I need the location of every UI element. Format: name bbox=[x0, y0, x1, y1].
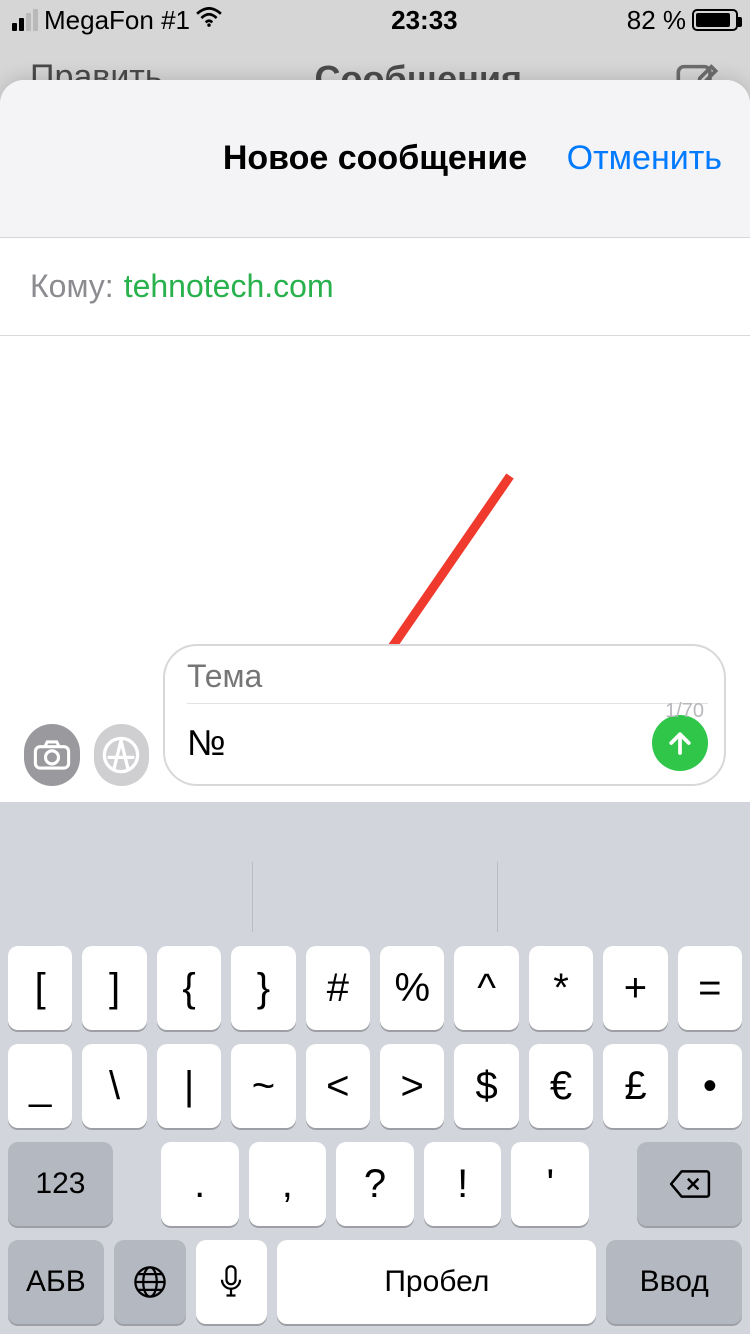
key[interactable]: { bbox=[157, 946, 221, 1030]
key[interactable]: = bbox=[678, 946, 742, 1030]
key[interactable]: ? bbox=[336, 1142, 414, 1226]
key[interactable]: € bbox=[529, 1044, 593, 1128]
key[interactable]: < bbox=[306, 1044, 370, 1128]
predict-slot[interactable] bbox=[253, 862, 498, 932]
wifi-icon bbox=[196, 6, 222, 34]
backspace-icon bbox=[669, 1167, 711, 1201]
key[interactable]: ^ bbox=[454, 946, 518, 1030]
key[interactable]: # bbox=[306, 946, 370, 1030]
char-counter: 1/70 bbox=[665, 700, 704, 723]
return-key[interactable]: Ввод bbox=[606, 1240, 742, 1324]
dictation-key[interactable] bbox=[196, 1240, 268, 1324]
status-time: 23:33 bbox=[391, 5, 458, 36]
key[interactable]: $ bbox=[454, 1044, 518, 1128]
abc-key[interactable]: АБВ bbox=[8, 1240, 104, 1324]
new-message-sheet: Новое сообщение Отменить Кому: tehnotech… bbox=[0, 80, 750, 1334]
key[interactable]: , bbox=[249, 1142, 327, 1226]
key-row-2: _ \ | ~ < > $ € £ • bbox=[8, 1044, 742, 1128]
space-key[interactable]: Пробел bbox=[277, 1240, 596, 1324]
battery-icon bbox=[692, 9, 738, 31]
sheet-title: Новое сообщение bbox=[223, 139, 527, 178]
key[interactable]: \ bbox=[82, 1044, 146, 1128]
predict-slot[interactable] bbox=[498, 862, 742, 932]
key-row-3: 123 . , ? ! ' bbox=[8, 1142, 742, 1226]
key[interactable]: [ bbox=[8, 946, 72, 1030]
key[interactable]: ] bbox=[82, 946, 146, 1030]
globe-icon bbox=[132, 1264, 168, 1300]
send-button[interactable] bbox=[652, 715, 708, 771]
key[interactable]: ~ bbox=[231, 1044, 295, 1128]
key[interactable]: ' bbox=[511, 1142, 589, 1226]
globe-key[interactable] bbox=[114, 1240, 186, 1324]
key[interactable]: . bbox=[161, 1142, 239, 1226]
signal-icon bbox=[12, 9, 38, 31]
camera-button[interactable] bbox=[24, 724, 80, 786]
predictive-bar bbox=[8, 862, 742, 932]
key[interactable]: _ bbox=[8, 1044, 72, 1128]
key[interactable]: £ bbox=[603, 1044, 667, 1128]
subject-input[interactable] bbox=[187, 656, 708, 703]
predict-slot[interactable] bbox=[8, 862, 253, 932]
key[interactable]: + bbox=[603, 946, 667, 1030]
message-input-box: 1/70 bbox=[163, 644, 726, 786]
numbers-key[interactable]: 123 bbox=[8, 1142, 113, 1226]
sheet-header: Новое сообщение Отменить bbox=[0, 80, 750, 238]
key[interactable]: * bbox=[529, 946, 593, 1030]
mic-icon bbox=[213, 1264, 249, 1300]
key[interactable]: % bbox=[380, 946, 444, 1030]
cancel-button[interactable]: Отменить bbox=[567, 139, 722, 178]
to-field-row[interactable]: Кому: tehnotech.com bbox=[0, 238, 750, 336]
key[interactable]: ! bbox=[424, 1142, 502, 1226]
message-content-area: 1/70 bbox=[0, 336, 750, 802]
message-body-input[interactable] bbox=[187, 722, 652, 764]
key[interactable]: } bbox=[231, 946, 295, 1030]
apps-button[interactable] bbox=[94, 724, 150, 786]
to-label: Кому: bbox=[30, 268, 114, 305]
battery-percent: 82 % bbox=[627, 5, 686, 36]
carrier-label: MegaFon #1 bbox=[44, 5, 190, 36]
key-row-4: АБВ Пробел Ввод bbox=[8, 1240, 742, 1324]
status-bar: MegaFon #1 23:33 82 % bbox=[0, 0, 750, 40]
keyboard: [ ] { } # % ^ * + = _ \ | ~ < > $ € £ • … bbox=[0, 802, 750, 1334]
key[interactable]: > bbox=[380, 1044, 444, 1128]
backspace-key[interactable] bbox=[637, 1142, 742, 1226]
key[interactable]: • bbox=[678, 1044, 742, 1128]
key-row-1: [ ] { } # % ^ * + = bbox=[8, 946, 742, 1030]
to-recipient: tehnotech.com bbox=[124, 268, 334, 305]
key[interactable]: | bbox=[157, 1044, 221, 1128]
